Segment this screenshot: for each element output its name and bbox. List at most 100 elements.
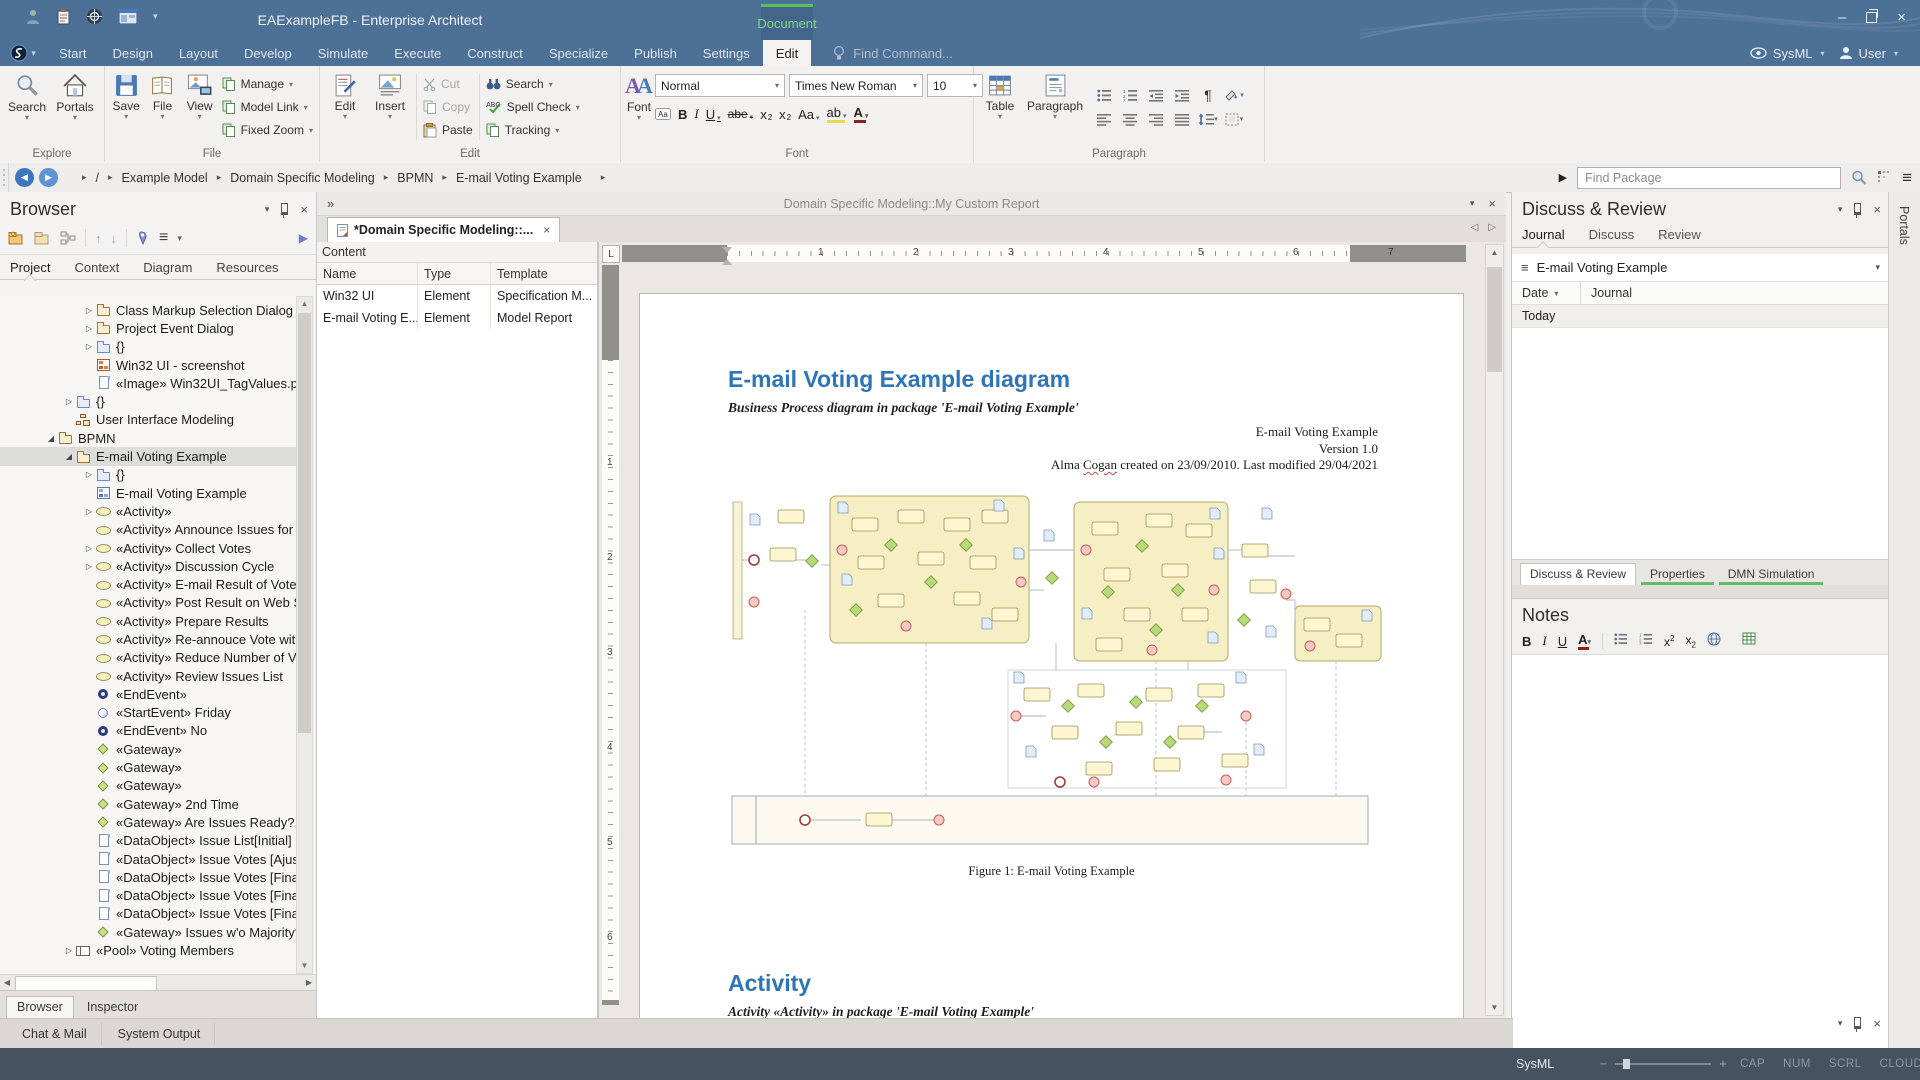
- content-table-row[interactable]: Win32 UI Element Specification M...: [317, 285, 597, 307]
- nav-menu-icon[interactable]: ≡: [1902, 168, 1912, 188]
- expand-arrow-icon[interactable]: [44, 434, 58, 443]
- browser-bottom-tab[interactable]: Inspector: [77, 997, 148, 1018]
- discussion-context-selector[interactable]: ≡ E-mail Voting Example ▾: [1512, 254, 1889, 282]
- paste-button[interactable]: Paste: [423, 120, 473, 140]
- ribbon-tab-construct[interactable]: Construct: [454, 40, 536, 66]
- find-package-input[interactable]: [1577, 167, 1841, 189]
- spell-check-button[interactable]: ABC Spell Check▾: [486, 97, 580, 117]
- tree-item[interactable]: «EndEvent» No: [0, 722, 296, 740]
- content-column-header[interactable]: Name: [317, 263, 418, 284]
- expand-arrow-icon[interactable]: [82, 342, 96, 351]
- panel-close-icon[interactable]: ×: [300, 202, 308, 217]
- tree-item[interactable]: «Pool» Voting Members: [0, 941, 296, 959]
- discuss-tab[interactable]: Journal: [1522, 227, 1565, 242]
- discuss-tab[interactable]: Discuss: [1589, 227, 1635, 242]
- font-color-icon[interactable]: A▾: [1578, 632, 1591, 650]
- package-nav-expand-icon[interactable]: ▶: [1559, 171, 1567, 184]
- horizontal-ruler[interactable]: 1234567: [622, 245, 1466, 262]
- tree-item[interactable]: «Gateway»: [0, 777, 296, 795]
- forward-button[interactable]: ▶: [39, 168, 58, 187]
- tree-item[interactable]: «DataObject» Issue List[Initial]: [0, 832, 296, 850]
- clipboard-icon[interactable]: [57, 9, 70, 25]
- bold-button[interactable]: B: [678, 107, 687, 122]
- new-package-icon[interactable]: [8, 231, 25, 245]
- tree-item[interactable]: «Image» Win32UI_TagValues.pn: [0, 374, 296, 392]
- contextual-tab-document[interactable]: Document: [761, 4, 813, 40]
- tracking-button[interactable]: Tracking▾: [486, 120, 580, 140]
- subscript-icon[interactable]: x2: [1685, 633, 1695, 649]
- bold-icon[interactable]: B: [1522, 634, 1531, 649]
- browser-tab[interactable]: Diagram: [143, 260, 192, 275]
- tree-item[interactable]: User Interface Modeling: [0, 411, 296, 429]
- logo-caret-icon[interactable]: ▾: [31, 48, 36, 59]
- paragraph-style-select[interactable]: Normal▾: [655, 74, 785, 97]
- discuss-tab[interactable]: Review: [1658, 227, 1701, 242]
- superscript-icon[interactable]: x2: [1664, 634, 1674, 649]
- doc-panel-caret-icon[interactable]: ▾: [1470, 198, 1475, 209]
- portals-vertical-tab[interactable]: Portals: [1897, 206, 1911, 245]
- pin-icon[interactable]: [1854, 203, 1861, 215]
- expand-arrow-icon[interactable]: [82, 507, 96, 516]
- numbered-list-icon[interactable]: 123: [1639, 632, 1653, 650]
- perspective-label[interactable]: SysML: [1773, 46, 1813, 61]
- find-command[interactable]: Find Command...: [833, 40, 953, 66]
- bottom-dock-tab[interactable]: System Output: [104, 1023, 216, 1045]
- panel-menu-caret-icon[interactable]: ▾: [265, 204, 270, 215]
- superscript-button[interactable]: x2: [779, 107, 791, 122]
- shading-icon[interactable]: ▾: [1224, 85, 1244, 105]
- expand-arrow-icon[interactable]: [82, 324, 96, 333]
- browser-tab[interactable]: Resources: [216, 260, 278, 275]
- breadcrumb-segment[interactable]: E-mail Voting Example: [456, 171, 582, 185]
- ribbon-tab-start[interactable]: Start: [46, 40, 99, 66]
- tree-item[interactable]: «Activity» Prepare Results: [0, 612, 296, 630]
- breadcrumb-segment[interactable]: /: [96, 171, 99, 185]
- panel-splitter[interactable]: [1512, 585, 1889, 599]
- font-color-button[interactable]: A▾: [854, 105, 869, 123]
- user-label[interactable]: User: [1859, 46, 1886, 61]
- expand-arrow-icon[interactable]: [82, 544, 96, 553]
- fixed-zoom-button[interactable]: Fixed Zoom▾: [222, 120, 313, 140]
- save-button[interactable]: Save▾: [109, 70, 143, 144]
- panel-menu-caret-icon[interactable]: ▾: [1838, 204, 1843, 215]
- tree-item[interactable]: E-mail Voting Example: [0, 447, 296, 465]
- paragraph-button[interactable]: Paragraph▾: [1024, 70, 1086, 144]
- tree-item[interactable]: «Activity» Re-annouce Vote with: [0, 630, 296, 648]
- view-button[interactable]: View▾: [182, 70, 218, 144]
- tree-item[interactable]: «StartEvent» Friday: [0, 704, 296, 722]
- search-button[interactable]: Search▾: [4, 70, 50, 144]
- window-layout-icon[interactable]: [119, 9, 137, 24]
- browser-vertical-scrollbar[interactable]: ▲ ▼: [296, 296, 313, 974]
- browser-tab[interactable]: Context: [74, 260, 119, 275]
- browser-menu-caret-icon[interactable]: ▾: [177, 233, 182, 244]
- browser-bottom-tab[interactable]: Browser: [6, 996, 74, 1018]
- tree-item[interactable]: Class Markup Selection Dialog: [0, 301, 296, 319]
- tree-item[interactable]: {}: [0, 338, 296, 356]
- tree-item[interactable]: «Activity» Announce Issues for V: [0, 521, 296, 539]
- dock-tab[interactable]: Properties: [1641, 564, 1714, 585]
- tree-item[interactable]: «Gateway» Are Issues Ready?: [0, 813, 296, 831]
- align-left-icon[interactable]: [1094, 109, 1114, 129]
- breadcrumb-segment[interactable]: Example Model: [122, 171, 208, 185]
- expand-arrow-icon[interactable]: [62, 946, 76, 955]
- user-account-icon[interactable]: [1839, 46, 1853, 60]
- locate-icon[interactable]: [136, 231, 150, 246]
- tab-scroll-left-icon[interactable]: ◁: [1471, 222, 1479, 233]
- underline-icon[interactable]: U: [1558, 634, 1567, 649]
- browser-menu-icon[interactable]: ≡: [159, 229, 168, 247]
- tree-item[interactable]: «Activity» Post Result on Web Si: [0, 594, 296, 612]
- strikethrough-button[interactable]: abe▾: [728, 107, 754, 121]
- expand-arrow-icon[interactable]: [62, 397, 76, 406]
- expand-arrow-icon[interactable]: [82, 470, 96, 479]
- breadcrumb-segment[interactable]: Domain Specific Modeling: [230, 171, 375, 185]
- breadcrumb-segment[interactable]: BPMN: [397, 171, 433, 185]
- tree-item[interactable]: Win32 UI - screenshot: [0, 356, 296, 374]
- change-case-button[interactable]: Aa: [655, 107, 671, 121]
- tree-item[interactable]: {}: [0, 392, 296, 410]
- dock-tab[interactable]: Discuss & Review: [1520, 563, 1636, 585]
- highlight-color-button[interactable]: ab▾: [827, 105, 847, 123]
- tree-item[interactable]: «DataObject» Issue Votes [Final: [0, 868, 296, 886]
- tree-item[interactable]: Project Event Dialog: [0, 319, 296, 337]
- decrease-indent-icon[interactable]: [1146, 85, 1166, 105]
- ribbon-tab-layout[interactable]: Layout: [166, 40, 231, 66]
- tree-item[interactable]: «Activity»: [0, 502, 296, 520]
